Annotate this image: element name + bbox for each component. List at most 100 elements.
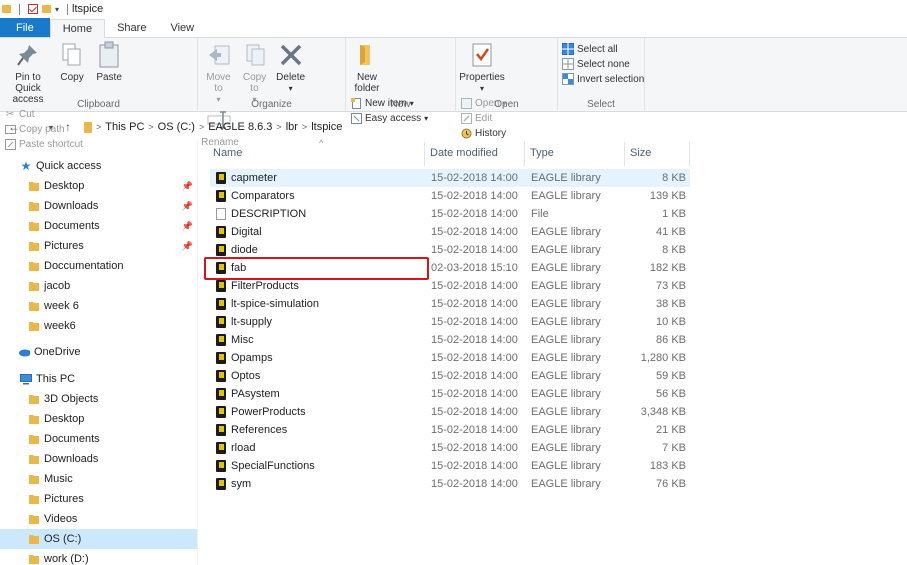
file-row[interactable]: lt-supply 15-02-2018 14:00 EAGLE library 10… [210, 313, 690, 331]
file-date: 15-02-2018 14:00 [431, 244, 518, 256]
nav-quick-access[interactable]: ★ Quick access [20, 156, 197, 176]
folder-icon [2, 5, 11, 13]
file-row[interactable]: Misc 15-02-2018 14:00 EAGLE library 86 KB [210, 331, 690, 349]
nav-pc-item[interactable]: OS (C:) [0, 529, 197, 549]
navigation-pane: ★ Quick access Desktop 📌 Downloads 📌 Documen… [0, 152, 197, 565]
file-row[interactable]: capmeter 15-02-2018 14:00 EAGLE library 8 K… [210, 169, 690, 187]
open-group-label: Open [494, 99, 519, 110]
eagle-lib-icon [216, 478, 226, 490]
nav-quick-item[interactable]: jacob [28, 276, 197, 296]
file-row[interactable]: References 15-02-2018 14:00 EAGLE library 2… [210, 421, 690, 439]
nav-pc-item[interactable]: Videos [0, 509, 197, 529]
file-row[interactable]: SpecialFunctions 15-02-2018 14:00 EAGLE li… [210, 457, 690, 475]
file-row[interactable]: PAsystem 15-02-2018 14:00 EAGLE library 56 … [210, 385, 690, 403]
file-row[interactable]: Comparators 15-02-2018 14:00 EAGLE library… [210, 187, 690, 205]
pin-icon[interactable]: 📌 [182, 181, 193, 192]
file-date: 15-02-2018 14:00 [431, 226, 518, 238]
eagle-lib-icon [216, 388, 226, 400]
tab-file[interactable]: File [0, 18, 50, 37]
pin-icon[interactable]: 📌 [182, 221, 193, 232]
tab-view[interactable]: View [158, 18, 206, 37]
breadcrumb-lbr[interactable]: lbr [286, 121, 298, 133]
file-row[interactable]: lt-spice-simulation 15-02-2018 14:00 EAGLE… [210, 295, 690, 313]
new-group: New folder New item ▾ Easy access ▾ New [346, 38, 456, 124]
customize-toolbar-dropdown-icon[interactable]: ▾ [55, 5, 59, 14]
column-header-type[interactable]: Type [530, 140, 630, 166]
pin-quick-access-button[interactable]: Pin to Quick access [4, 40, 52, 105]
nav-onedrive[interactable]: OneDrive [18, 342, 197, 362]
file-row[interactable]: sym 15-02-2018 14:00 EAGLE library 76 KB [210, 475, 690, 493]
new-group-label: New [390, 99, 411, 110]
breadcrumb-this-pc[interactable]: This PC [105, 121, 144, 133]
nav-pc-item[interactable]: Documents [0, 429, 197, 449]
nav-pc-item[interactable]: Pictures [0, 489, 197, 509]
new-folder-button[interactable]: New folder [350, 40, 384, 94]
nav-pc-item[interactable]: Downloads [0, 449, 197, 469]
pin-icon[interactable]: 📌 [182, 241, 193, 252]
file-row[interactable]: Digital 15-02-2018 14:00 EAGLE library 41 K… [210, 223, 690, 241]
column-header-name[interactable]: Name ^ [213, 138, 433, 166]
nav-quick-item[interactable]: week 6 [28, 296, 197, 316]
file-row[interactable]: Opamps 15-02-2018 14:00 EAGLE library 1,280… [210, 349, 690, 367]
nav-pc-item[interactable]: 3D Objects [0, 389, 197, 409]
breadcrumb-ltspice[interactable]: ltspice [311, 121, 342, 133]
file-row[interactable]: rload 15-02-2018 14:00 EAGLE library 7 KB [210, 439, 690, 457]
file-type: EAGLE library [531, 370, 601, 382]
copy-button[interactable]: Copy [55, 40, 89, 83]
nav-this-pc[interactable]: This PC [20, 369, 197, 389]
column-header-size[interactable]: Size [630, 140, 690, 166]
file-name: lt-spice-simulation [231, 298, 320, 310]
properties-check-icon[interactable] [28, 4, 38, 14]
nav-quick-item[interactable]: Documents 📌 [28, 216, 197, 236]
nav-pc-item[interactable]: Desktop [0, 409, 197, 429]
back-arrow-icon[interactable]: ← [4, 120, 24, 134]
file-size: 76 KB [656, 478, 686, 490]
invert-selection-button[interactable]: Invert selection [562, 73, 644, 85]
file-date: 15-02-2018 14:00 [431, 298, 518, 310]
file-row[interactable]: Optos 15-02-2018 14:00 EAGLE library 59 KB [210, 367, 690, 385]
file-size: 86 KB [656, 334, 686, 346]
recent-locations-chevron-icon[interactable]: ▾ [44, 123, 58, 132]
file-size: 139 KB [649, 190, 686, 202]
paste-shortcut-button[interactable]: Paste shortcut [4, 138, 83, 150]
nav-pc-item[interactable]: Music [0, 469, 197, 489]
nav-pc-item[interactable]: work (D:) [0, 549, 197, 565]
up-arrow-icon[interactable]: ↑ [58, 120, 78, 134]
copy-to-button[interactable]: Copy to ▾ [238, 40, 271, 105]
column-header-date[interactable]: Date modified [430, 140, 530, 166]
drive-folder-icon [28, 393, 40, 405]
file-row[interactable]: DESCRIPTION 15-02-2018 14:00 File 1 KB [210, 205, 690, 223]
move-to-button[interactable]: Move to ▾ [202, 40, 235, 105]
nav-quick-item[interactable]: Desktop 📌 [28, 176, 197, 196]
file-name: Digital [231, 226, 262, 238]
eagle-lib-icon [216, 442, 226, 454]
select-small-actions: Select all Select none Invert selection [562, 40, 644, 85]
paste-button[interactable]: Paste [92, 40, 126, 83]
file-row[interactable]: PowerProducts 15-02-2018 14:00 EAGLE libra… [210, 403, 690, 421]
select-all-button[interactable]: Select all [562, 43, 644, 55]
breadcrumb[interactable]: > This PC > OS (C:) > EAGLE 8.6.3 > lbr … [84, 121, 342, 133]
folder-icon [28, 180, 40, 192]
select-none-button[interactable]: Select none [562, 58, 644, 70]
file-size: 1,280 KB [640, 352, 686, 364]
forward-arrow-icon[interactable]: → [24, 120, 44, 134]
file-name: diode [231, 244, 258, 256]
properties-button[interactable]: Properties ▾ [459, 40, 505, 94]
nav-quick-item[interactable]: Pictures 📌 [28, 236, 197, 256]
file-type: EAGLE library [531, 424, 601, 436]
file-size: 56 KB [656, 388, 686, 400]
delete-button[interactable]: Delete ▾ [274, 40, 307, 94]
new-folder-icon[interactable] [42, 5, 51, 13]
file-type: EAGLE library [531, 244, 601, 256]
tab-share[interactable]: Share [105, 18, 158, 37]
file-size: 182 KB [649, 262, 686, 274]
breadcrumb-eagle[interactable]: EAGLE 8.6.3 [208, 121, 272, 133]
nav-quick-item[interactable]: week6 [28, 316, 197, 336]
breadcrumb-os-c[interactable]: OS (C:) [158, 121, 195, 133]
file-size: 21 KB [656, 424, 686, 436]
nav-quick-item[interactable]: Doccumentation [28, 256, 197, 276]
nav-quick-item[interactable]: Downloads 📌 [28, 196, 197, 216]
tab-home[interactable]: Home [49, 19, 106, 38]
file-type: EAGLE library [531, 460, 601, 472]
pin-icon[interactable]: 📌 [182, 201, 193, 212]
